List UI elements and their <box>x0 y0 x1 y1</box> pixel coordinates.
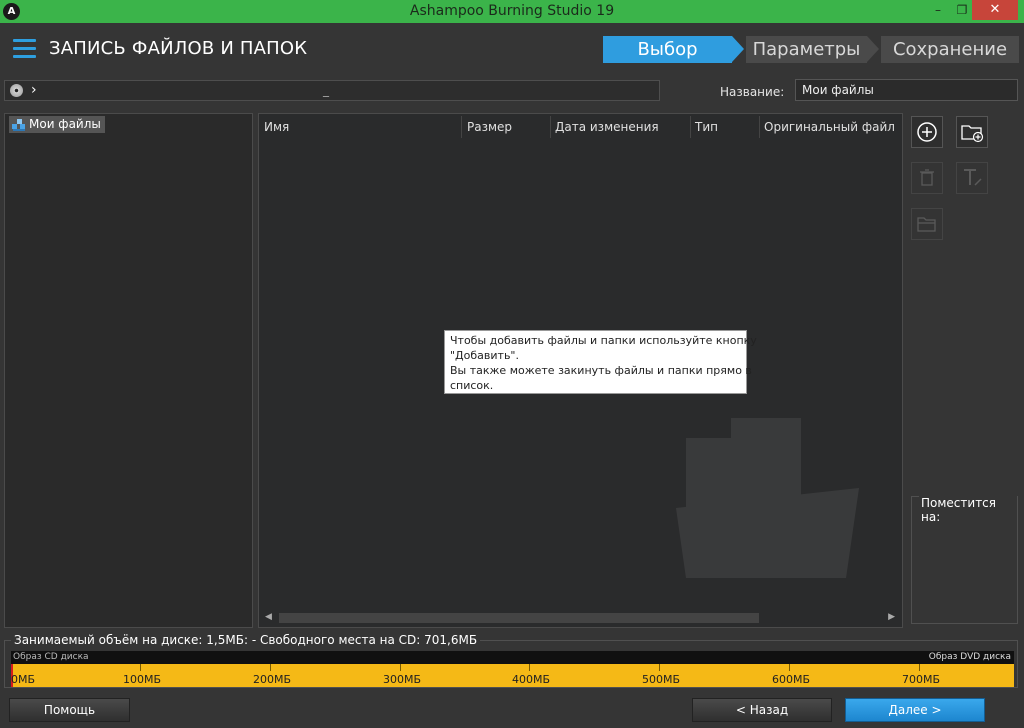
path-bar[interactable]: › _ <box>4 80 660 101</box>
column-original-file[interactable]: Оригинальный файл <box>764 120 895 134</box>
hint-line: Вы также можете закинуть файлы и папки п… <box>450 364 752 377</box>
step-save[interactable]: Сохранение <box>881 36 1019 63</box>
wizard-steps: Выбор Параметры Сохранение <box>603 36 1019 63</box>
folder-watermark-icon <box>676 418 859 578</box>
column-separator[interactable] <box>759 116 760 138</box>
fits-on-label: Поместится на: <box>919 496 1017 524</box>
name-input[interactable] <box>795 79 1018 101</box>
column-size[interactable]: Размер <box>467 120 512 134</box>
dvd-image-label: Образ DVD диска <box>928 652 1011 662</box>
new-folder-button[interactable] <box>956 116 988 148</box>
fits-on-panel: Поместится на: <box>911 496 1018 624</box>
back-button[interactable]: < Назад <box>692 698 832 722</box>
tick-mark <box>270 664 271 671</box>
window-title: Ashampoo Burning Studio 19 <box>409 3 615 19</box>
tick-mark <box>529 664 530 671</box>
column-separator[interactable] <box>461 116 462 138</box>
column-separator[interactable] <box>550 116 551 138</box>
column-date[interactable]: Дата изменения <box>555 120 659 134</box>
next-button[interactable]: Далее > <box>845 698 985 722</box>
path-cursor: _ <box>323 83 329 97</box>
capacity-tick: 600МБ <box>772 673 811 686</box>
capacity-bar-header: Образ CD диска Образ DVD диска <box>11 651 1014 664</box>
page-title: ЗАПИСЬ ФАЙЛОВ И ПАПОК <box>49 38 308 59</box>
column-separator[interactable] <box>690 116 691 138</box>
folder-tree[interactable]: Мои файлы <box>4 113 253 628</box>
delete-button[interactable] <box>911 162 943 194</box>
chevron-right-icon[interactable]: › <box>31 82 37 98</box>
add-button[interactable] <box>911 116 943 148</box>
menu-icon[interactable] <box>13 39 36 58</box>
capacity-tick: 0МБ <box>11 673 36 686</box>
minimize-button[interactable]: – <box>925 0 951 20</box>
hint-line: Чтобы добавить файлы и папки используйте… <box>450 334 757 347</box>
hint-line: список. <box>450 379 494 392</box>
folder-tree-icon <box>12 119 25 131</box>
help-button[interactable]: Помощь <box>9 698 130 722</box>
add-icon <box>917 122 937 142</box>
column-name[interactable]: Имя <box>264 120 289 134</box>
scroll-right-icon[interactable]: ▶ <box>888 612 895 622</box>
step-parameters[interactable]: Параметры <box>746 36 867 63</box>
horizontal-scrollbar[interactable]: ◀ ▶ <box>262 611 898 625</box>
name-label: Название: <box>720 85 785 99</box>
tree-node-root[interactable]: Мои файлы <box>9 116 105 133</box>
hint-line: "Добавить". <box>450 349 519 362</box>
open-folder-button[interactable] <box>911 208 943 240</box>
step-select[interactable]: Выбор <box>603 36 732 63</box>
tick-mark <box>400 664 401 671</box>
scroll-left-icon[interactable]: ◀ <box>265 612 272 622</box>
rename-icon <box>964 169 982 186</box>
capacity-tick: 100МБ <box>123 673 162 686</box>
capacity-tick: 300МБ <box>383 673 422 686</box>
capacity-tick: 700МБ <box>902 673 941 686</box>
step-arrow <box>732 36 744 62</box>
tree-node-label: Мои файлы <box>29 117 101 131</box>
tick-mark <box>789 664 790 671</box>
cd-image-label: Образ CD диска <box>13 652 89 662</box>
capacity-bar: Образ CD диска Образ DVD диска 0МБ 100МБ… <box>11 651 1014 687</box>
scrollbar-thumb[interactable] <box>279 613 759 623</box>
tick-mark <box>659 664 660 671</box>
tick-mark <box>919 664 920 671</box>
disc-usage-text: Занимаемый объём на диске: 1,5МБ: - Своб… <box>11 633 481 647</box>
delete-icon <box>920 169 934 186</box>
rename-button[interactable] <box>956 162 988 194</box>
empty-list-hint: Чтобы добавить файлы и папки используйте… <box>444 330 757 394</box>
step-arrow <box>867 36 879 62</box>
title-bar: A Ashampoo Burning Studio 19 – ❐ ✕ <box>0 0 1024 23</box>
close-button[interactable]: ✕ <box>972 0 1018 20</box>
tick-mark <box>140 664 141 671</box>
column-type[interactable]: Тип <box>695 120 718 134</box>
capacity-tick: 400МБ <box>512 673 551 686</box>
open-folder-icon <box>917 217 936 232</box>
capacity-tick: 200МБ <box>253 673 292 686</box>
capacity-tick: 500МБ <box>642 673 681 686</box>
new-folder-icon <box>961 125 984 143</box>
disc-icon <box>10 84 23 97</box>
